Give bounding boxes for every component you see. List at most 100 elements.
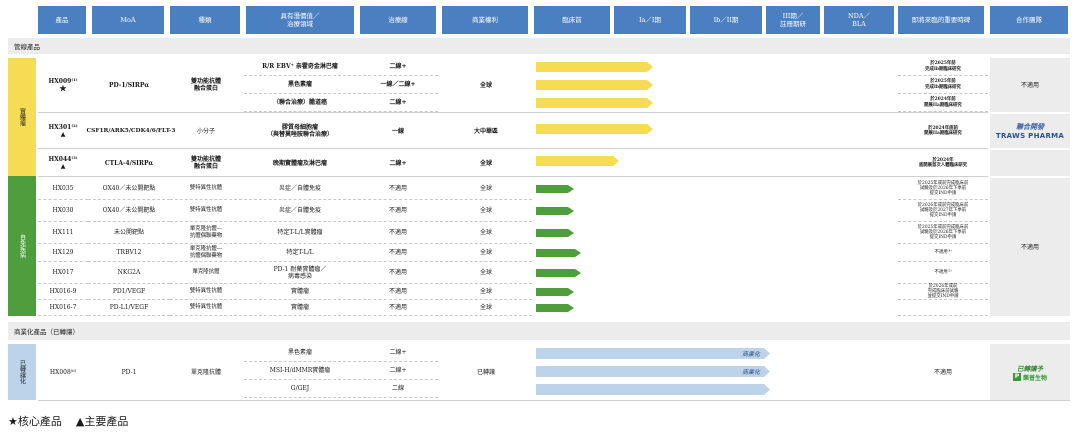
milestone-hx009-2: 於2024年前 開展IIa期臨床研究 [898,94,988,112]
moa-6: PD-L1/VEGF [88,300,170,316]
lepu-name: 樂普生物 [1022,374,1047,382]
rights-hx009: 全球 [479,81,492,89]
stage-bar-3 [536,249,581,257]
indication-5: 實體瘤 [244,284,356,300]
core-product-mark: ★ [59,83,67,93]
milestone-hx009-1: 於2025年前 完成Ib期臨床研究 [898,76,988,94]
line-3: 不適用 [358,244,438,262]
header-4: 治療線 [360,6,436,34]
partner-hx009: 不適用 [990,58,1070,112]
moa-1: OX40／未公開靶點 [88,200,170,222]
moa-3: TRBV12 [88,244,170,262]
line-5: 不適用 [358,284,438,300]
product-hx044-name: HX044⁽³⁾ [48,156,78,163]
stage-bar-4 [536,269,581,277]
milestone-6 [898,300,988,316]
indication-hx008-2: G/GEJ [244,380,356,398]
indication-hx009-2: （聯合治療）膽道癌 [244,94,356,112]
section-pipeline: 管線產品 [8,38,1070,54]
moa-hx009: PD-1/SIRPα [109,81,149,89]
line-hx044: 二線+ [389,159,407,167]
type-1: 雙特異性抗體 [170,200,242,222]
product-hx016-9: HX016-9 [38,284,88,300]
stage-bar-hx301 [536,124,653,134]
indication-2: 特定T-L/L實體瘤 [244,222,356,244]
type-hx301: 小分子 [196,127,215,135]
rights-2: 全球 [440,222,532,244]
row-sep-y-2 [38,176,988,177]
group-blue-sidebar: 已轉讓化 [8,344,36,400]
moa-0: OX40／未公開靶點 [88,178,170,200]
product-hx017: HX017 [38,262,88,284]
partner-hx008: 已轉讓予 P 樂普生物 [990,344,1070,400]
line-hx008-2: 二線 [358,380,438,398]
header-9: III期／ 註冊期研 [766,6,820,34]
milestone-1: 於2026年或前完成臨床前 試驗及於2027年下季前 提交IND申請 [898,200,988,222]
header-2: 種類 [170,6,240,34]
stage-bar-hx009-2 [536,98,653,108]
line-2: 不適用 [358,222,438,244]
type-hx008: 單克隆抗體 [190,368,221,376]
moa-hx008: PD-1 [121,368,137,376]
rights-1: 全球 [440,200,532,222]
group-green-sidebar: 自免疾病 [8,176,36,316]
milestone-3: 不適用⁽⁴⁾ [898,244,988,262]
type-5: 雙特異性抗體 [170,284,242,300]
moa-5: PD1/VEGF [88,284,170,300]
indication-hx009-1: 黑色素瘤 [244,76,356,94]
rights-0: 全球 [440,178,532,200]
header-row: 產品 MoA 種類 具有潛價值／ 治療領域 治療線 商業權利 臨床前 Ia／I期 Ib／II期 I… [38,6,1070,34]
line-0: 不適用 [358,178,438,200]
lepu-icon: P [1012,373,1021,381]
legend: ★核心產品 ▲主要產品 [8,413,308,429]
product-hx008: HX008⁽⁶⁾ [49,368,77,376]
header-10: NDA／ BLA [824,6,894,34]
type-4: 單克隆抗體 [170,262,242,284]
rights-6: 全球 [440,300,532,316]
header-12: 合作團隊 [990,6,1068,34]
milestone-hx044: 於2024年 底開展首次人體臨床研究 [918,157,968,168]
moa-hx301: CSF1R/ARK5/CDK4/6/FLT-3 [86,127,176,134]
partner-hx301: 聯合開發 TRAWS PHARMA [990,114,1070,148]
main-product-mark: ▲ [60,131,66,138]
product-hx030: HX030 [38,200,88,222]
product-hx111: HX111 [38,222,88,244]
indication-4: PD-1 耐藥實體瘤／ 病毒感染 [244,262,356,284]
rights-4: 全球 [440,262,532,284]
indication-3: 特定T-L/L [244,244,356,262]
moa-2: 未公開靶點 [88,222,170,244]
traws-pharma-logo: TRAWS PHARMA [995,132,1065,140]
type-6: 雙特異性抗體 [170,300,242,316]
indication-hx301: 膠質母細胞瘤 （與替莫唑胺聯合治療） [266,124,333,138]
stage-bar-5 [536,288,574,296]
type-0: 雙特異性抗體 [170,178,242,200]
row-sep-b [38,400,1070,401]
product-hx016-7: HX016-7 [38,300,88,316]
transferred-to-label: 已轉讓予 [1017,364,1043,373]
line-6: 不適用 [358,300,438,316]
stage-bar-hx009-0 [536,62,653,72]
commercial-label-0: 商業化 [741,351,760,358]
product-hx009: HX009⁽¹⁾ ★ [38,58,88,112]
line-hx008-0: 二線+ [358,344,438,362]
partner-hx044 [990,150,1070,176]
header-11: 即將來臨的重要時碑 [898,6,984,34]
indication-hx008-1: MSI-H/dMMR實體瘤 [244,362,356,380]
stage-bar-1 [536,207,574,215]
line-hx008-1: 二線+ [358,362,438,380]
group-yellow-sidebar: 實體瘤 [8,58,36,176]
line-hx009-2: 二線+ [358,94,438,112]
product-hx129: HX129 [38,244,88,262]
line-hx301: 一線 [391,127,404,135]
row-sep-y-0 [38,112,988,113]
line-4: 不適用 [358,262,438,284]
rights-hx008: 已轉讓 [476,368,495,376]
rights-3: 全球 [440,244,532,262]
type-hx044: 雙功能抗體 融合蛋白 [190,156,221,170]
product-hx044: HX044⁽³⁾ ▲ [38,150,88,176]
header-1: MoA [92,6,164,34]
product-hx035: HX035 [38,178,88,200]
product-hx301-name: HX301⁽²⁾ [48,124,78,131]
stage-bar-6 [536,304,574,312]
header-0: 產品 [38,6,86,34]
